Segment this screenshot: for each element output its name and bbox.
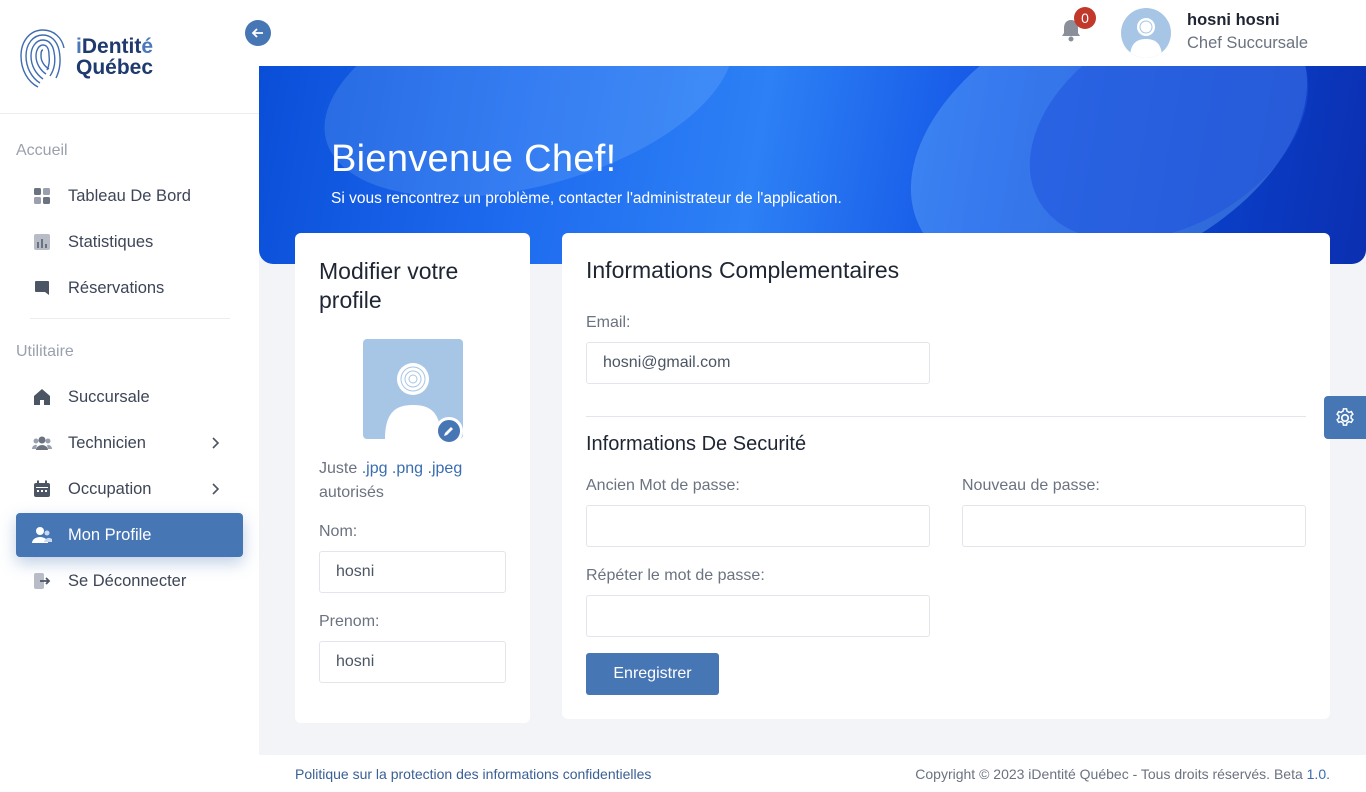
sidebar-divider: [30, 318, 230, 319]
brand-name: iDentité Québec: [76, 36, 153, 78]
page-title: Bienvenue Chef!: [331, 138, 617, 180]
arrow-left-icon: [251, 28, 263, 38]
copyright-text: Copyright © 2023 iDentité Québec - Tous …: [915, 766, 1330, 782]
nom-label: Nom:: [319, 523, 358, 540]
fingerprint-icon: [20, 29, 65, 88]
sidebar-item-mon-profile[interactable]: Mon Profile: [16, 513, 243, 557]
pencil-icon: [444, 427, 453, 436]
info-card: Informations Complementaires Email: hosn…: [562, 233, 1330, 719]
copyright-label: Copyright © 2023 iDentité Québec - Tous …: [915, 766, 1307, 782]
sidebar-item-occupation[interactable]: Occupation: [16, 467, 243, 511]
info-card-title: Informations Complementaires: [586, 257, 900, 283]
profile-card: Modifier votre profile Juste .jpg .png .…: [295, 233, 530, 723]
sidebar-item-label: Occupation: [68, 479, 152, 498]
hint-suffix: autorisés: [319, 484, 384, 501]
section-accueil: Accueil: [16, 142, 68, 159]
section-divider: [586, 416, 1306, 417]
top-bar: 0 hosni hosni Chef Succursale: [259, 0, 1366, 66]
collapse-sidebar-button[interactable]: [245, 20, 271, 46]
chevron-right-icon: [212, 483, 220, 495]
privacy-policy-link[interactable]: Politique sur la protection des informat…: [295, 766, 651, 782]
brand-rest: Dentit: [81, 35, 142, 58]
sidebar: iDentité Québec Accueil Tableau De Bord …: [0, 0, 259, 792]
save-button[interactable]: Enregistrer: [586, 653, 719, 695]
security-title: Informations De Securité: [586, 433, 807, 455]
brand-accent: é: [141, 35, 154, 58]
sidebar-item-label: Succursale: [68, 387, 150, 406]
repeat-password-label: Répéter le mot de passe:: [586, 567, 765, 584]
settings-button[interactable]: [1324, 396, 1366, 439]
edit-picture-button[interactable]: [435, 417, 463, 445]
old-password-label: Ancien Mot de passe:: [586, 477, 740, 494]
email-label: Email:: [586, 314, 631, 331]
sidebar-item-technicien[interactable]: Technicien: [16, 421, 243, 465]
prenom-input[interactable]: hosni: [319, 641, 506, 683]
old-password-input[interactable]: [586, 505, 930, 547]
sidebar-item-dashboard[interactable]: Tableau De Bord: [16, 174, 243, 218]
sidebar-divider: [0, 113, 259, 114]
email-field[interactable]: hosni@gmail.com: [586, 342, 930, 384]
sidebar-item-label: Mon Profile: [68, 525, 152, 544]
notification-badge: 0: [1074, 7, 1096, 29]
logout-icon: [32, 571, 52, 591]
home-icon: [32, 387, 52, 407]
sidebar-item-logout[interactable]: Se Déconnecter: [16, 559, 243, 603]
profile-card-title: Modifier votre profile: [319, 258, 459, 313]
brand-line2: Québec: [76, 56, 154, 79]
avatar[interactable]: [1121, 8, 1171, 58]
nom-input[interactable]: hosni: [319, 551, 506, 593]
hint-extensions: .jpg .png .jpeg: [361, 460, 463, 477]
chevron-right-icon: [212, 437, 220, 449]
users-icon: [32, 433, 52, 453]
hint-prefix: Juste: [319, 460, 362, 477]
repeat-password-input[interactable]: [586, 595, 930, 637]
page-subtitle: Si vous rencontrez un problème, contacte…: [331, 190, 842, 207]
gear-icon: [1336, 407, 1354, 426]
footer: Politique sur la protection des informat…: [259, 755, 1366, 792]
dashboard-icon: [32, 186, 52, 206]
sidebar-item-label: Statistiques: [68, 232, 154, 251]
chart-icon: [32, 232, 52, 252]
user-role: Chef Succursale: [1187, 34, 1309, 52]
calendar-icon: [32, 479, 52, 499]
sidebar-item-label: Se Déconnecter: [68, 571, 187, 590]
new-password-label: Nouveau de passe:: [962, 477, 1100, 494]
sidebar-item-label: Technicien: [68, 433, 146, 452]
brand-logo[interactable]: iDentité Québec: [16, 22, 153, 92]
file-type-hint: Juste .jpg .png .jpeg autorisés: [319, 457, 509, 505]
sidebar-item-succursale[interactable]: Succursale: [16, 375, 243, 419]
bookmark-icon: [32, 278, 52, 298]
sidebar-item-reservations[interactable]: Réservations: [16, 266, 243, 310]
user-name[interactable]: hosni hosni: [1187, 11, 1280, 30]
prenom-label: Prenom:: [319, 613, 380, 630]
sidebar-item-statistics[interactable]: Statistiques: [16, 220, 243, 264]
new-password-input[interactable]: [962, 505, 1306, 547]
section-utilitaire: Utilitaire: [16, 343, 74, 360]
user-icon: [32, 525, 52, 545]
sidebar-item-label: Tableau De Bord: [68, 186, 191, 205]
sidebar-item-label: Réservations: [68, 278, 165, 297]
version-label: 1.0.: [1306, 766, 1330, 782]
